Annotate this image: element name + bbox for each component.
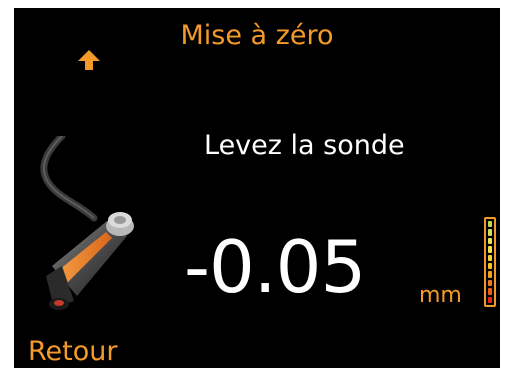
- level-segment: [488, 271, 492, 278]
- back-button[interactable]: Retour: [28, 336, 117, 367]
- level-segment: [488, 229, 492, 236]
- level-segment: [488, 220, 492, 228]
- probe-icon: [40, 136, 134, 310]
- level-segment: [488, 288, 492, 295]
- level-segment: [488, 254, 492, 261]
- instruction-message: Levez la sonde: [204, 130, 405, 161]
- device-screen: Mise à zéro Levez la sonde -0.05 mm Reto…: [14, 8, 500, 368]
- level-segment: [488, 262, 492, 270]
- level-segment: [488, 237, 492, 245]
- level-segment: [488, 246, 492, 253]
- level-segment: [488, 296, 492, 303]
- level-segment: [488, 279, 492, 287]
- arrow-up-icon[interactable]: [76, 48, 102, 72]
- measurement-value: -0.05: [184, 225, 366, 309]
- measurement-unit: mm: [419, 283, 462, 308]
- signal-level-meter: [484, 217, 496, 307]
- screen-title: Mise à zéro: [180, 20, 334, 51]
